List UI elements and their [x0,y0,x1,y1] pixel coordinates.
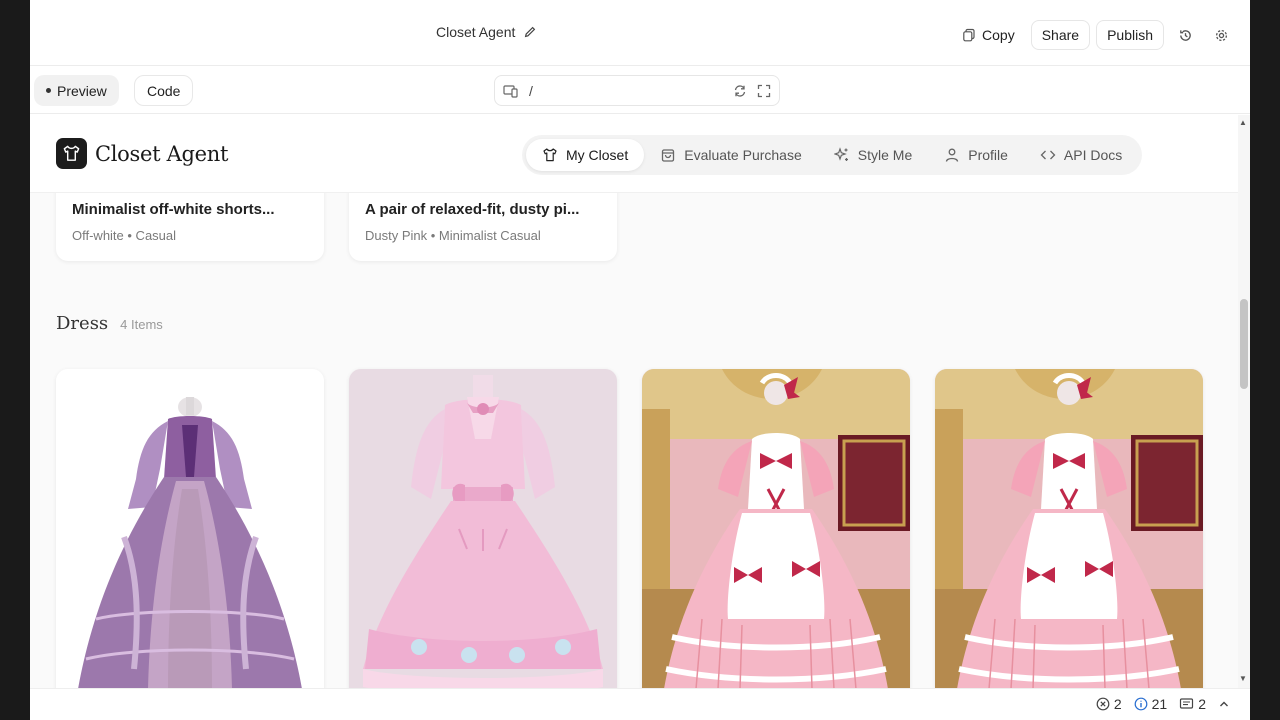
project-title-text: Closet Agent [436,24,516,40]
pink-lolita-dress-image [349,369,617,688]
closet-content: Minimalist off-white shorts... Off-white… [30,179,1238,688]
nav-label: Style Me [857,147,913,163]
status-bar: 2 21 2 [30,688,1250,720]
brand-name: Closet Agent [95,141,229,166]
shirt-icon [543,148,557,162]
info-count[interactable]: 21 [1134,696,1168,712]
expand-panel-button[interactable] [1218,698,1230,710]
tab-preview[interactable]: Preview [34,75,119,106]
fullscreen-icon[interactable] [757,84,771,98]
card-meta: Off-white • Casual [72,228,177,243]
scroll-down-arrow-icon[interactable]: ▼ [1239,674,1247,683]
dress-card[interactable] [642,369,910,688]
section-title: Dress [56,313,109,334]
scrollbar[interactable] [1238,115,1250,688]
nav-label: Profile [968,147,1008,163]
app-preview: Closet Agent My Closet Evaluate Purchase… [30,115,1250,688]
status-items: 2 21 2 [1096,696,1230,712]
card-title: A pair of relaxed-fit, dusty pi... [365,201,580,218]
share-label: Share [1041,27,1080,43]
copy-button[interactable]: Copy [952,20,1025,50]
nav-api-docs[interactable]: API Docs [1024,139,1138,171]
nav-evaluate-purchase[interactable]: Evaluate Purchase [644,139,818,171]
section-count: 4 Items [120,317,163,332]
top-actions: Copy Share Publish [952,20,1236,50]
card-meta: Dusty Pink • Minimalist Casual [365,228,541,243]
scroll-up-arrow-icon[interactable]: ▲ [1239,118,1247,127]
left-gutter [0,0,30,720]
pencil-icon[interactable] [523,25,537,39]
card-title: Minimalist off-white shorts... [72,201,275,218]
nav-label: My Closet [566,147,629,163]
code-icon [1040,150,1056,160]
history-button[interactable] [1170,20,1200,50]
message-count-value: 2 [1198,696,1206,712]
copy-icon [963,28,975,42]
nav-style-me[interactable]: Style Me [818,139,928,171]
preview-url-bar[interactable]: / [494,75,780,106]
error-count-value: 2 [1113,696,1122,712]
publish-button[interactable]: Publish [1096,20,1164,50]
message-icon [1180,698,1194,709]
app-header: Closet Agent My Closet Evaluate Purchase… [30,115,1238,193]
nav-my-closet[interactable]: My Closet [526,139,645,171]
shirt-logo-icon [56,138,87,169]
right-gutter [1250,0,1280,720]
error-icon [1096,697,1110,711]
active-dot-icon [46,88,51,93]
tab-preview-label: Preview [57,82,107,99]
nav-label: Evaluate Purchase [684,147,802,163]
purple-gown-image [56,369,324,688]
pink-maid-dress-image [642,369,910,688]
tab-code[interactable]: Code [134,75,194,106]
nav-profile[interactable]: Profile [928,139,1024,171]
pink-maid-dress-image [935,369,1203,688]
history-icon [1179,29,1191,41]
gear-icon [1215,29,1227,41]
section-header: Dress 4 Items [56,313,163,334]
refresh-icon[interactable] [733,84,747,98]
device-icon[interactable] [503,84,519,98]
chevron-up-icon [1220,701,1228,707]
scrollbar-thumb[interactable] [1240,299,1248,389]
tab-code-label: Code [147,82,181,99]
dress-card[interactable] [349,369,617,688]
url-path[interactable]: / [529,83,723,99]
info-count-value: 21 [1151,696,1168,712]
bag-icon [662,149,675,162]
main-nav: My Closet Evaluate Purchase Style Me Pro… [522,135,1143,175]
dress-card[interactable] [56,369,324,688]
dress-card[interactable] [935,369,1203,688]
brand[interactable]: Closet Agent [56,138,228,169]
nav-label: API Docs [1063,147,1123,163]
editor-topbar: Closet Agent Copy Share Publish [30,0,1250,66]
settings-button[interactable] [1206,20,1236,50]
info-icon [1134,697,1148,711]
message-count[interactable]: 2 [1179,696,1206,712]
preview-toolbar: Preview Code / [30,66,1250,114]
project-title[interactable]: Closet Agent [436,24,537,40]
share-button[interactable]: Share [1030,20,1091,50]
editor-window: Closet Agent Copy Share Publish Preview … [30,0,1250,720]
publish-label: Publish [1107,27,1153,43]
sparkle-icon [833,147,848,161]
user-icon [946,148,959,162]
copy-label: Copy [982,27,1015,43]
error-count[interactable]: 2 [1096,696,1122,712]
